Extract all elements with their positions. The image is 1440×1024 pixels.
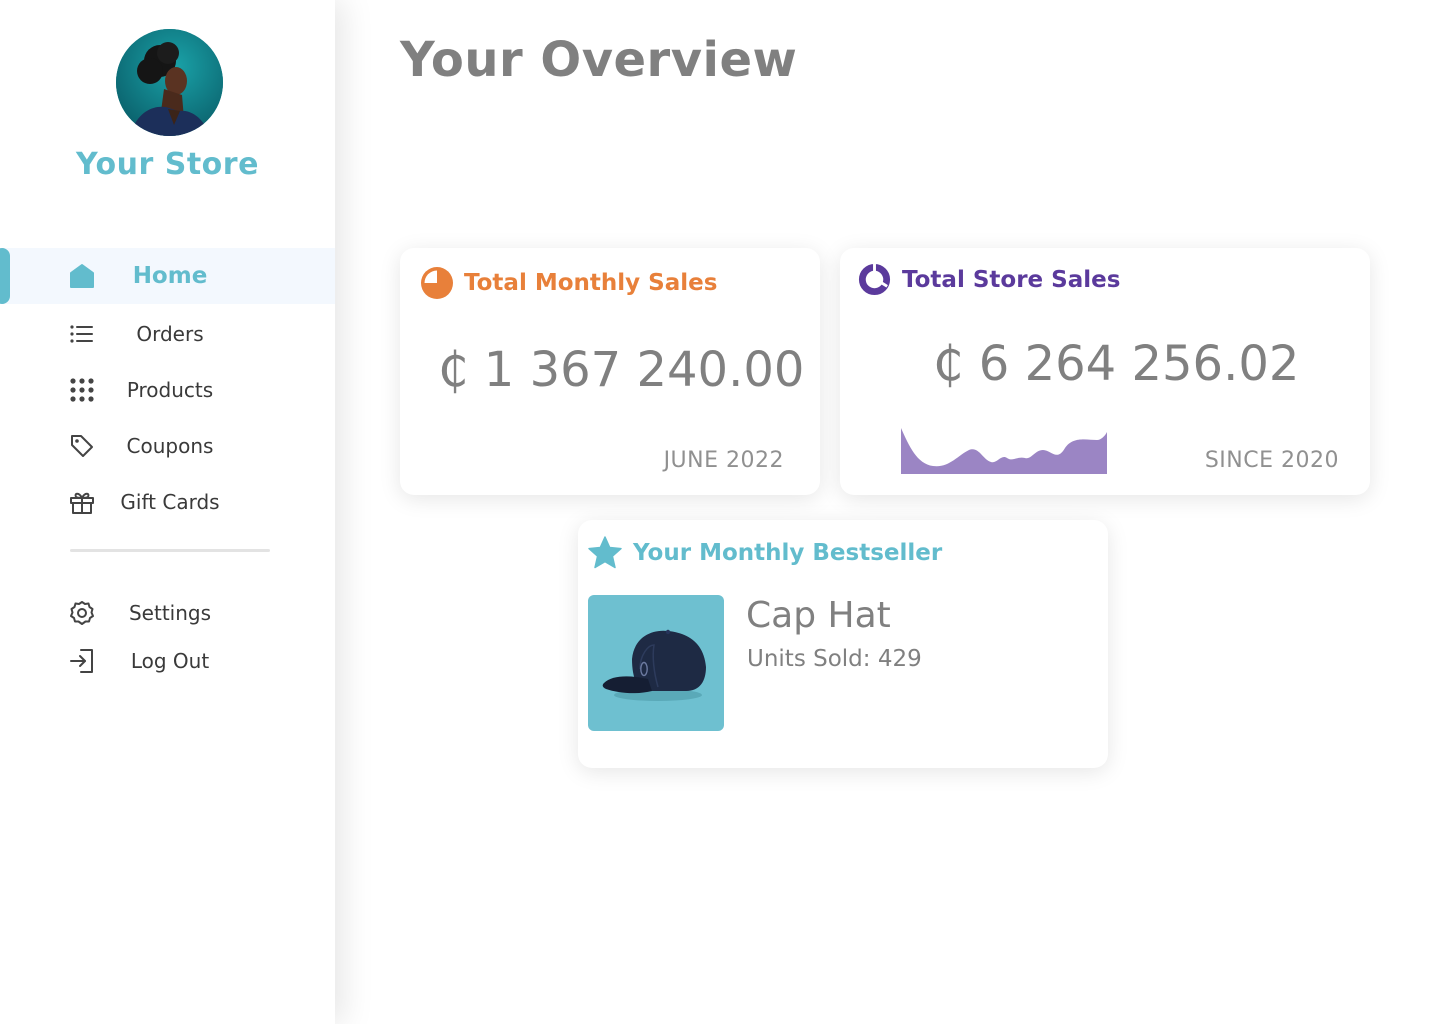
avatar-image: [116, 29, 223, 136]
product-name: Cap Hat: [746, 595, 891, 636]
sidebar-item-gift-cards[interactable]: Gift Cards: [0, 474, 335, 530]
sidebar-item-products[interactable]: Products: [0, 362, 335, 418]
bestseller-card[interactable]: Your Monthly Bestseller Cap Hat Units So…: [578, 520, 1108, 768]
sidebar-item-label: Home: [132, 263, 208, 289]
store-sales-period: SINCE 2020: [1204, 448, 1339, 473]
sidebar-item-label: Orders: [136, 322, 204, 346]
sidebar-item-home[interactable]: Home: [0, 248, 335, 304]
donut-chart-icon: [858, 263, 891, 296]
star-icon: [588, 536, 622, 569]
sidebar: Your Store Home Orders Products Coupons …: [0, 0, 335, 1024]
sidebar-item-log-out[interactable]: Log Out: [0, 633, 335, 689]
store-sales-amount: ₵ 6 264 256.02: [933, 336, 1300, 392]
sidebar-divider: [70, 549, 270, 552]
pie-chart-icon: [421, 267, 453, 299]
store-sales-header: Total Store Sales: [857, 262, 1120, 297]
store-sales-sparkline: [901, 428, 1107, 474]
store-name: Your Store: [76, 147, 259, 182]
page-title: Your Overview: [400, 32, 798, 88]
bestseller-title: Your Monthly Bestseller: [633, 540, 943, 566]
sidebar-item-coupons[interactable]: Coupons: [0, 418, 335, 474]
monthly-sales-card[interactable]: Total Monthly Sales ₵ 1 367 240.00 JUNE …: [400, 248, 820, 495]
sidebar-item-label: Gift Cards: [120, 490, 220, 514]
store-sales-title: Total Store Sales: [902, 266, 1121, 293]
sidebar-item-label: Log Out: [130, 649, 210, 673]
store-sales-card[interactable]: Total Store Sales ₵ 6 264 256.02 SINCE 2…: [840, 248, 1370, 495]
monthly-sales-header: Total Monthly Sales: [420, 266, 717, 300]
sidebar-item-orders[interactable]: Orders: [0, 306, 335, 362]
monthly-sales-period: JUNE 2022: [663, 448, 784, 473]
monthly-sales-title: Total Monthly Sales: [464, 270, 718, 296]
bestseller-header: Your Monthly Bestseller: [587, 535, 942, 571]
monthly-sales-amount: ₵ 1 367 240.00: [438, 342, 805, 398]
sidebar-item-label: Coupons: [126, 434, 214, 458]
sidebar-item-label: Settings: [128, 601, 212, 625]
avatar[interactable]: [116, 29, 223, 136]
product-units-sold: Units Sold: 429: [747, 646, 922, 672]
cap-hat-image: [602, 629, 706, 701]
product-image[interactable]: [588, 595, 724, 731]
sidebar-item-label: Products: [126, 378, 214, 402]
